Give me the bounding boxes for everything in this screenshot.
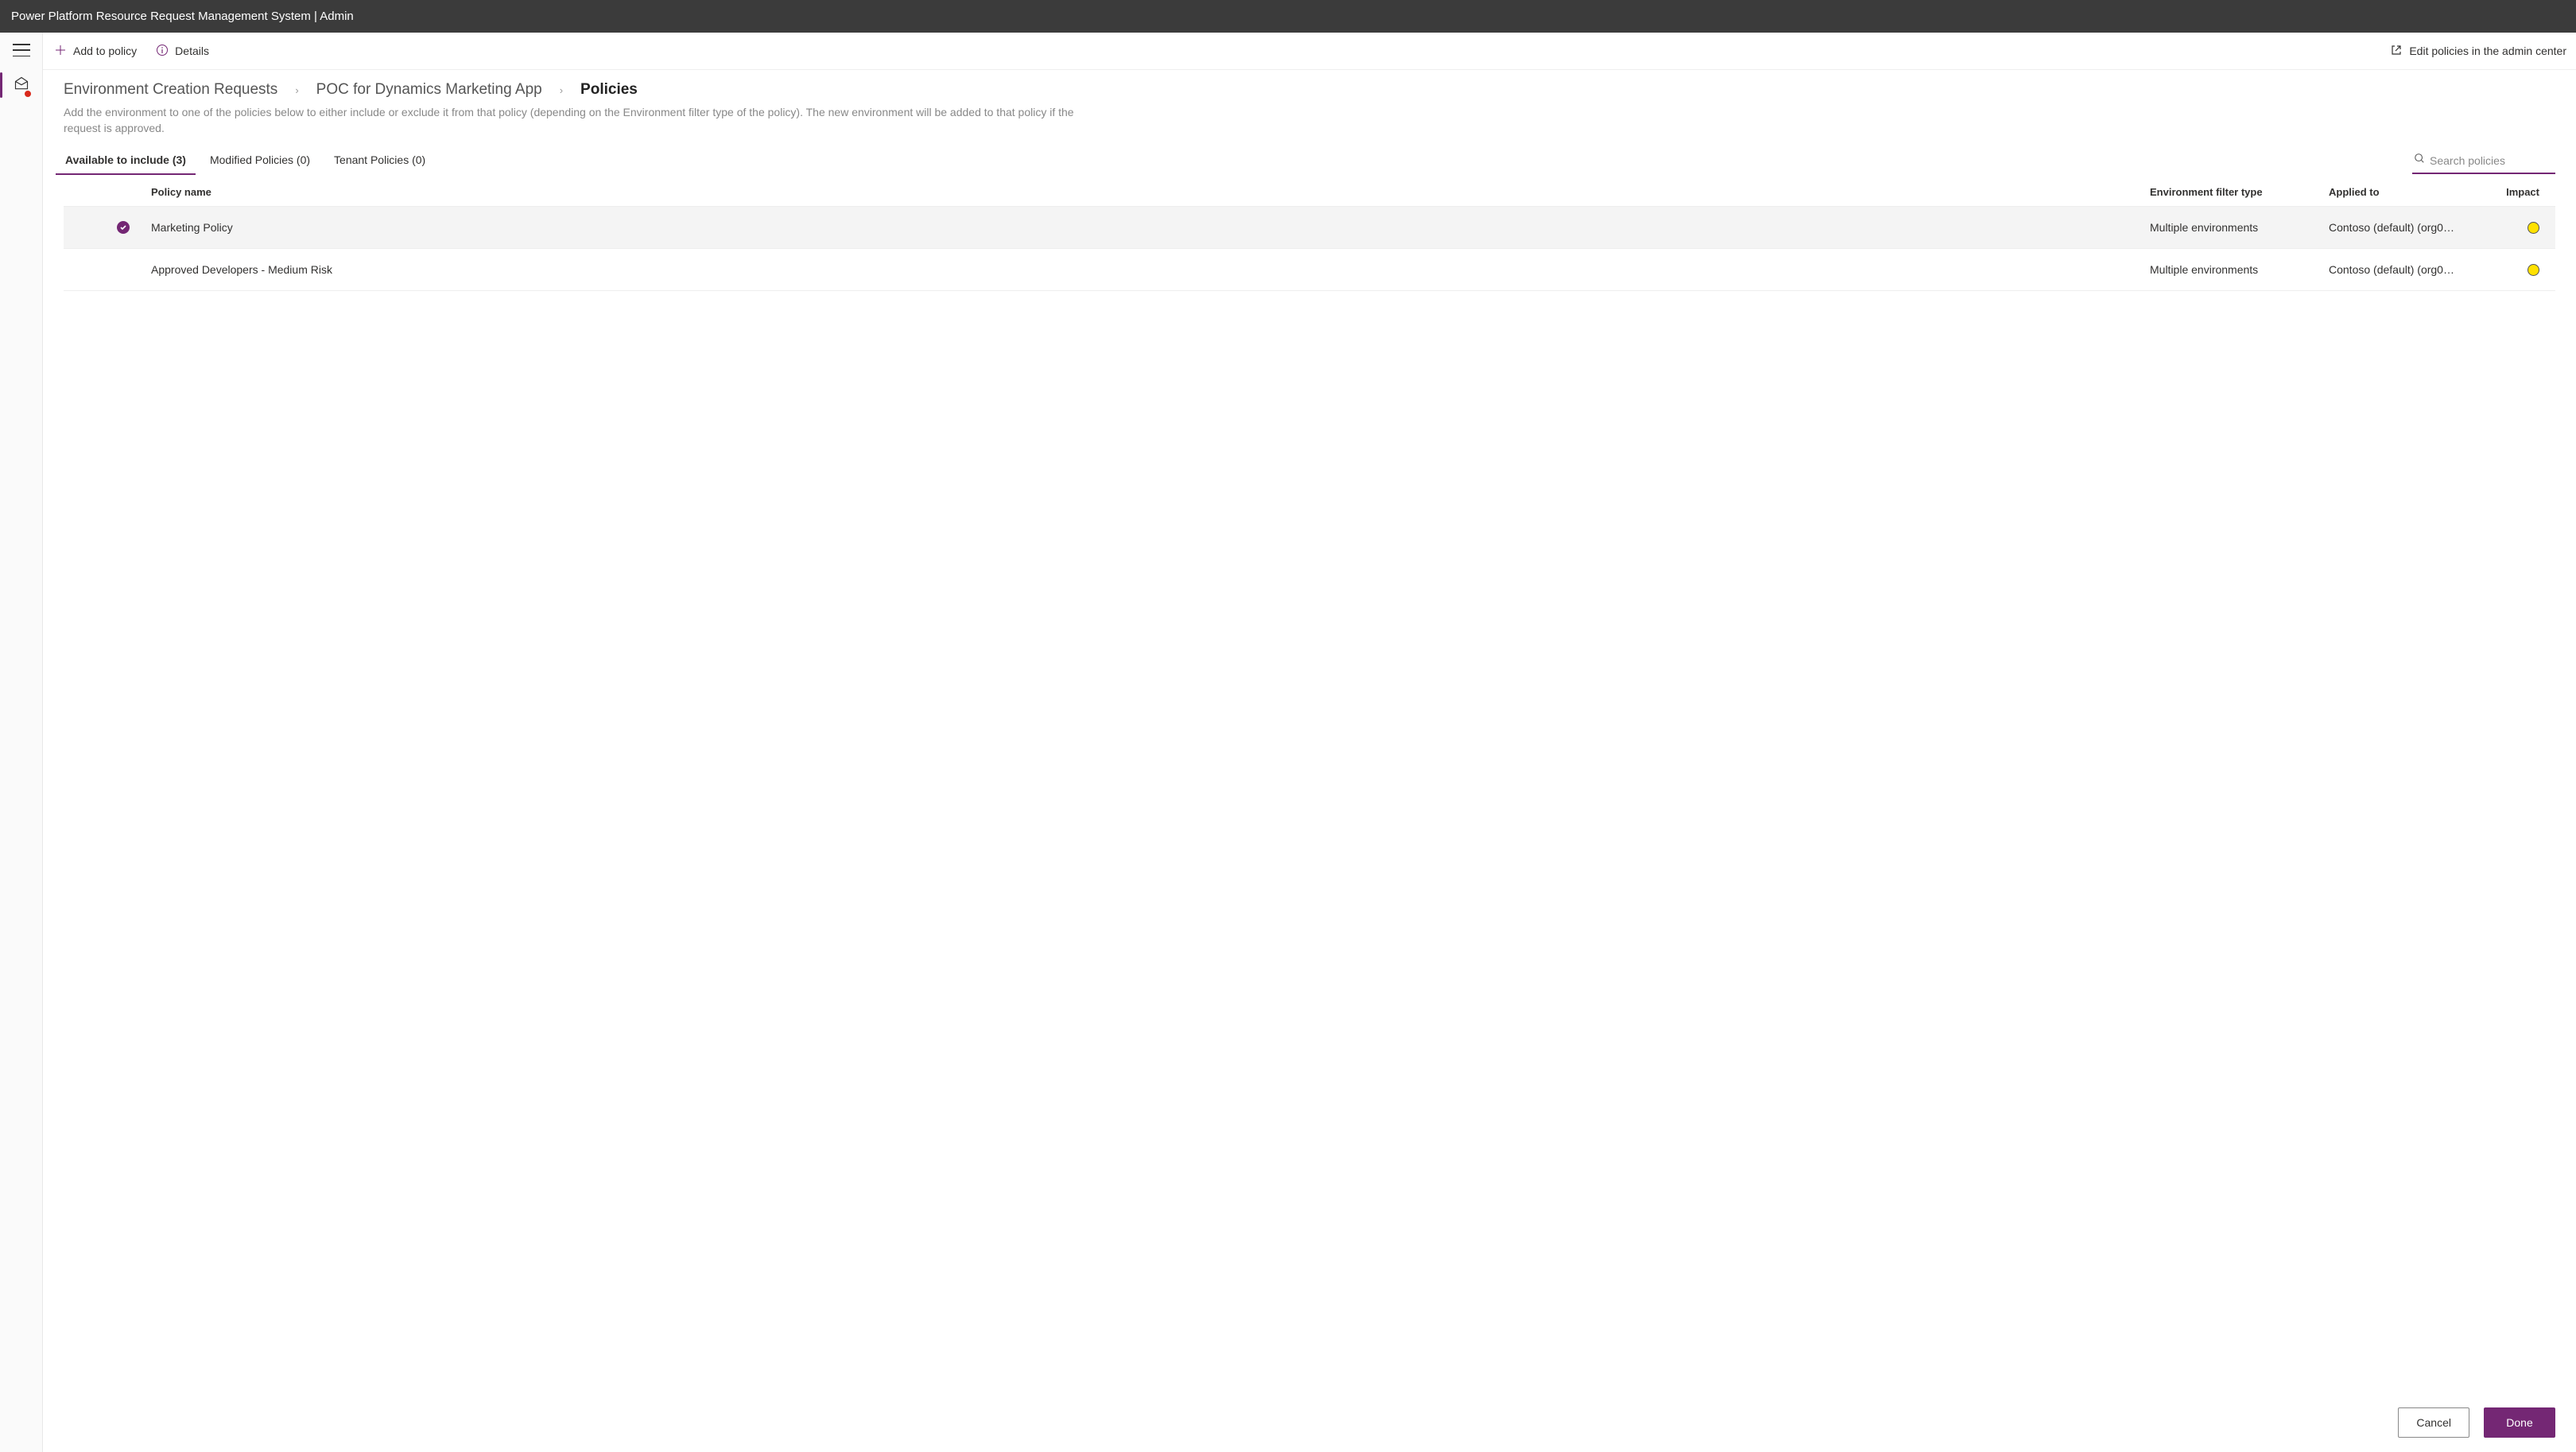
impact-indicator-icon <box>2528 222 2539 234</box>
cell-applied-to: Contoso (default) (org0… <box>2329 221 2488 234</box>
table-row[interactable]: Approved Developers - Medium Risk Multip… <box>64 249 2555 291</box>
done-button[interactable]: Done <box>2484 1407 2555 1438</box>
search-icon <box>2414 153 2425 168</box>
search-box[interactable] <box>2412 149 2555 174</box>
cell-filter-type: Multiple environments <box>2150 221 2329 234</box>
app-title: Power Platform Resource Request Manageme… <box>11 10 354 23</box>
breadcrumb: Environment Creation Requests › POC for … <box>64 81 2555 99</box>
inbox-icon <box>14 76 29 95</box>
cancel-button[interactable]: Cancel <box>2398 1407 2469 1438</box>
main-shell: Add to policy Details Edit policies in t… <box>0 33 2576 1452</box>
breadcrumb-label: Policies <box>580 81 638 99</box>
details-button[interactable]: Details <box>154 41 211 62</box>
column-header-filter[interactable]: Environment filter type <box>2150 186 2329 198</box>
nav-item-requests[interactable] <box>0 71 42 99</box>
content-area: Add to policy Details Edit policies in t… <box>43 33 2576 1452</box>
table-row[interactable]: Marketing Policy Multiple environments C… <box>64 207 2555 249</box>
info-icon <box>156 44 169 59</box>
add-to-policy-label: Add to policy <box>73 45 137 57</box>
search-input[interactable] <box>2430 154 2555 167</box>
breadcrumb-item-requests[interactable]: Environment Creation Requests › <box>64 81 299 99</box>
column-header-applied[interactable]: Applied to <box>2329 186 2488 198</box>
breadcrumb-item-policies: Policies <box>580 81 638 99</box>
tab-tenant[interactable]: Tenant Policies (0) <box>332 147 427 174</box>
tab-modified[interactable]: Modified Policies (0) <box>208 147 312 174</box>
cell-applied-to: Contoso (default) (org0… <box>2329 263 2488 276</box>
nav-active-indicator <box>0 72 2 98</box>
plus-icon <box>54 44 67 59</box>
cell-filter-type: Multiple environments <box>2150 263 2329 276</box>
notification-badge <box>24 90 32 98</box>
tabs-row: Available to include (3) Modified Polici… <box>64 147 2555 175</box>
checkmark-badge-icon <box>117 221 130 234</box>
page-description: Add the environment to one of the polici… <box>64 105 1097 136</box>
page-body: Environment Creation Requests › POC for … <box>43 70 2576 1452</box>
tabs-list: Available to include (3) Modified Polici… <box>64 147 427 174</box>
column-header-impact[interactable]: Impact <box>2488 186 2555 198</box>
details-label: Details <box>175 45 209 57</box>
column-header-name[interactable]: Policy name <box>151 186 2150 198</box>
chevron-right-icon: › <box>295 84 298 96</box>
hamburger-menu-icon[interactable] <box>13 44 30 56</box>
app-header: Power Platform Resource Request Manageme… <box>0 0 2576 33</box>
breadcrumb-label: Environment Creation Requests <box>64 81 277 99</box>
cell-policy-name: Approved Developers - Medium Risk <box>151 263 2150 276</box>
breadcrumb-label: POC for Dynamics Marketing App <box>316 81 542 99</box>
cell-policy-name: Marketing Policy <box>151 221 2150 234</box>
policy-table: Policy name Environment filter type Appl… <box>64 178 2555 291</box>
chevron-right-icon: › <box>560 84 563 96</box>
table-header-row: Policy name Environment filter type Appl… <box>64 178 2555 207</box>
edit-policies-link[interactable]: Edit policies in the admin center <box>2390 44 2566 59</box>
tab-available[interactable]: Available to include (3) <box>64 147 188 174</box>
impact-indicator-icon <box>2528 264 2539 276</box>
breadcrumb-item-poc[interactable]: POC for Dynamics Marketing App › <box>316 81 563 99</box>
footer-actions: Cancel Done <box>2398 1407 2555 1438</box>
command-bar: Add to policy Details Edit policies in t… <box>43 33 2576 70</box>
edit-policies-label: Edit policies in the admin center <box>2409 45 2566 57</box>
left-nav-rail <box>0 33 43 1452</box>
add-to-policy-button[interactable]: Add to policy <box>52 41 138 62</box>
open-external-icon <box>2390 44 2403 59</box>
